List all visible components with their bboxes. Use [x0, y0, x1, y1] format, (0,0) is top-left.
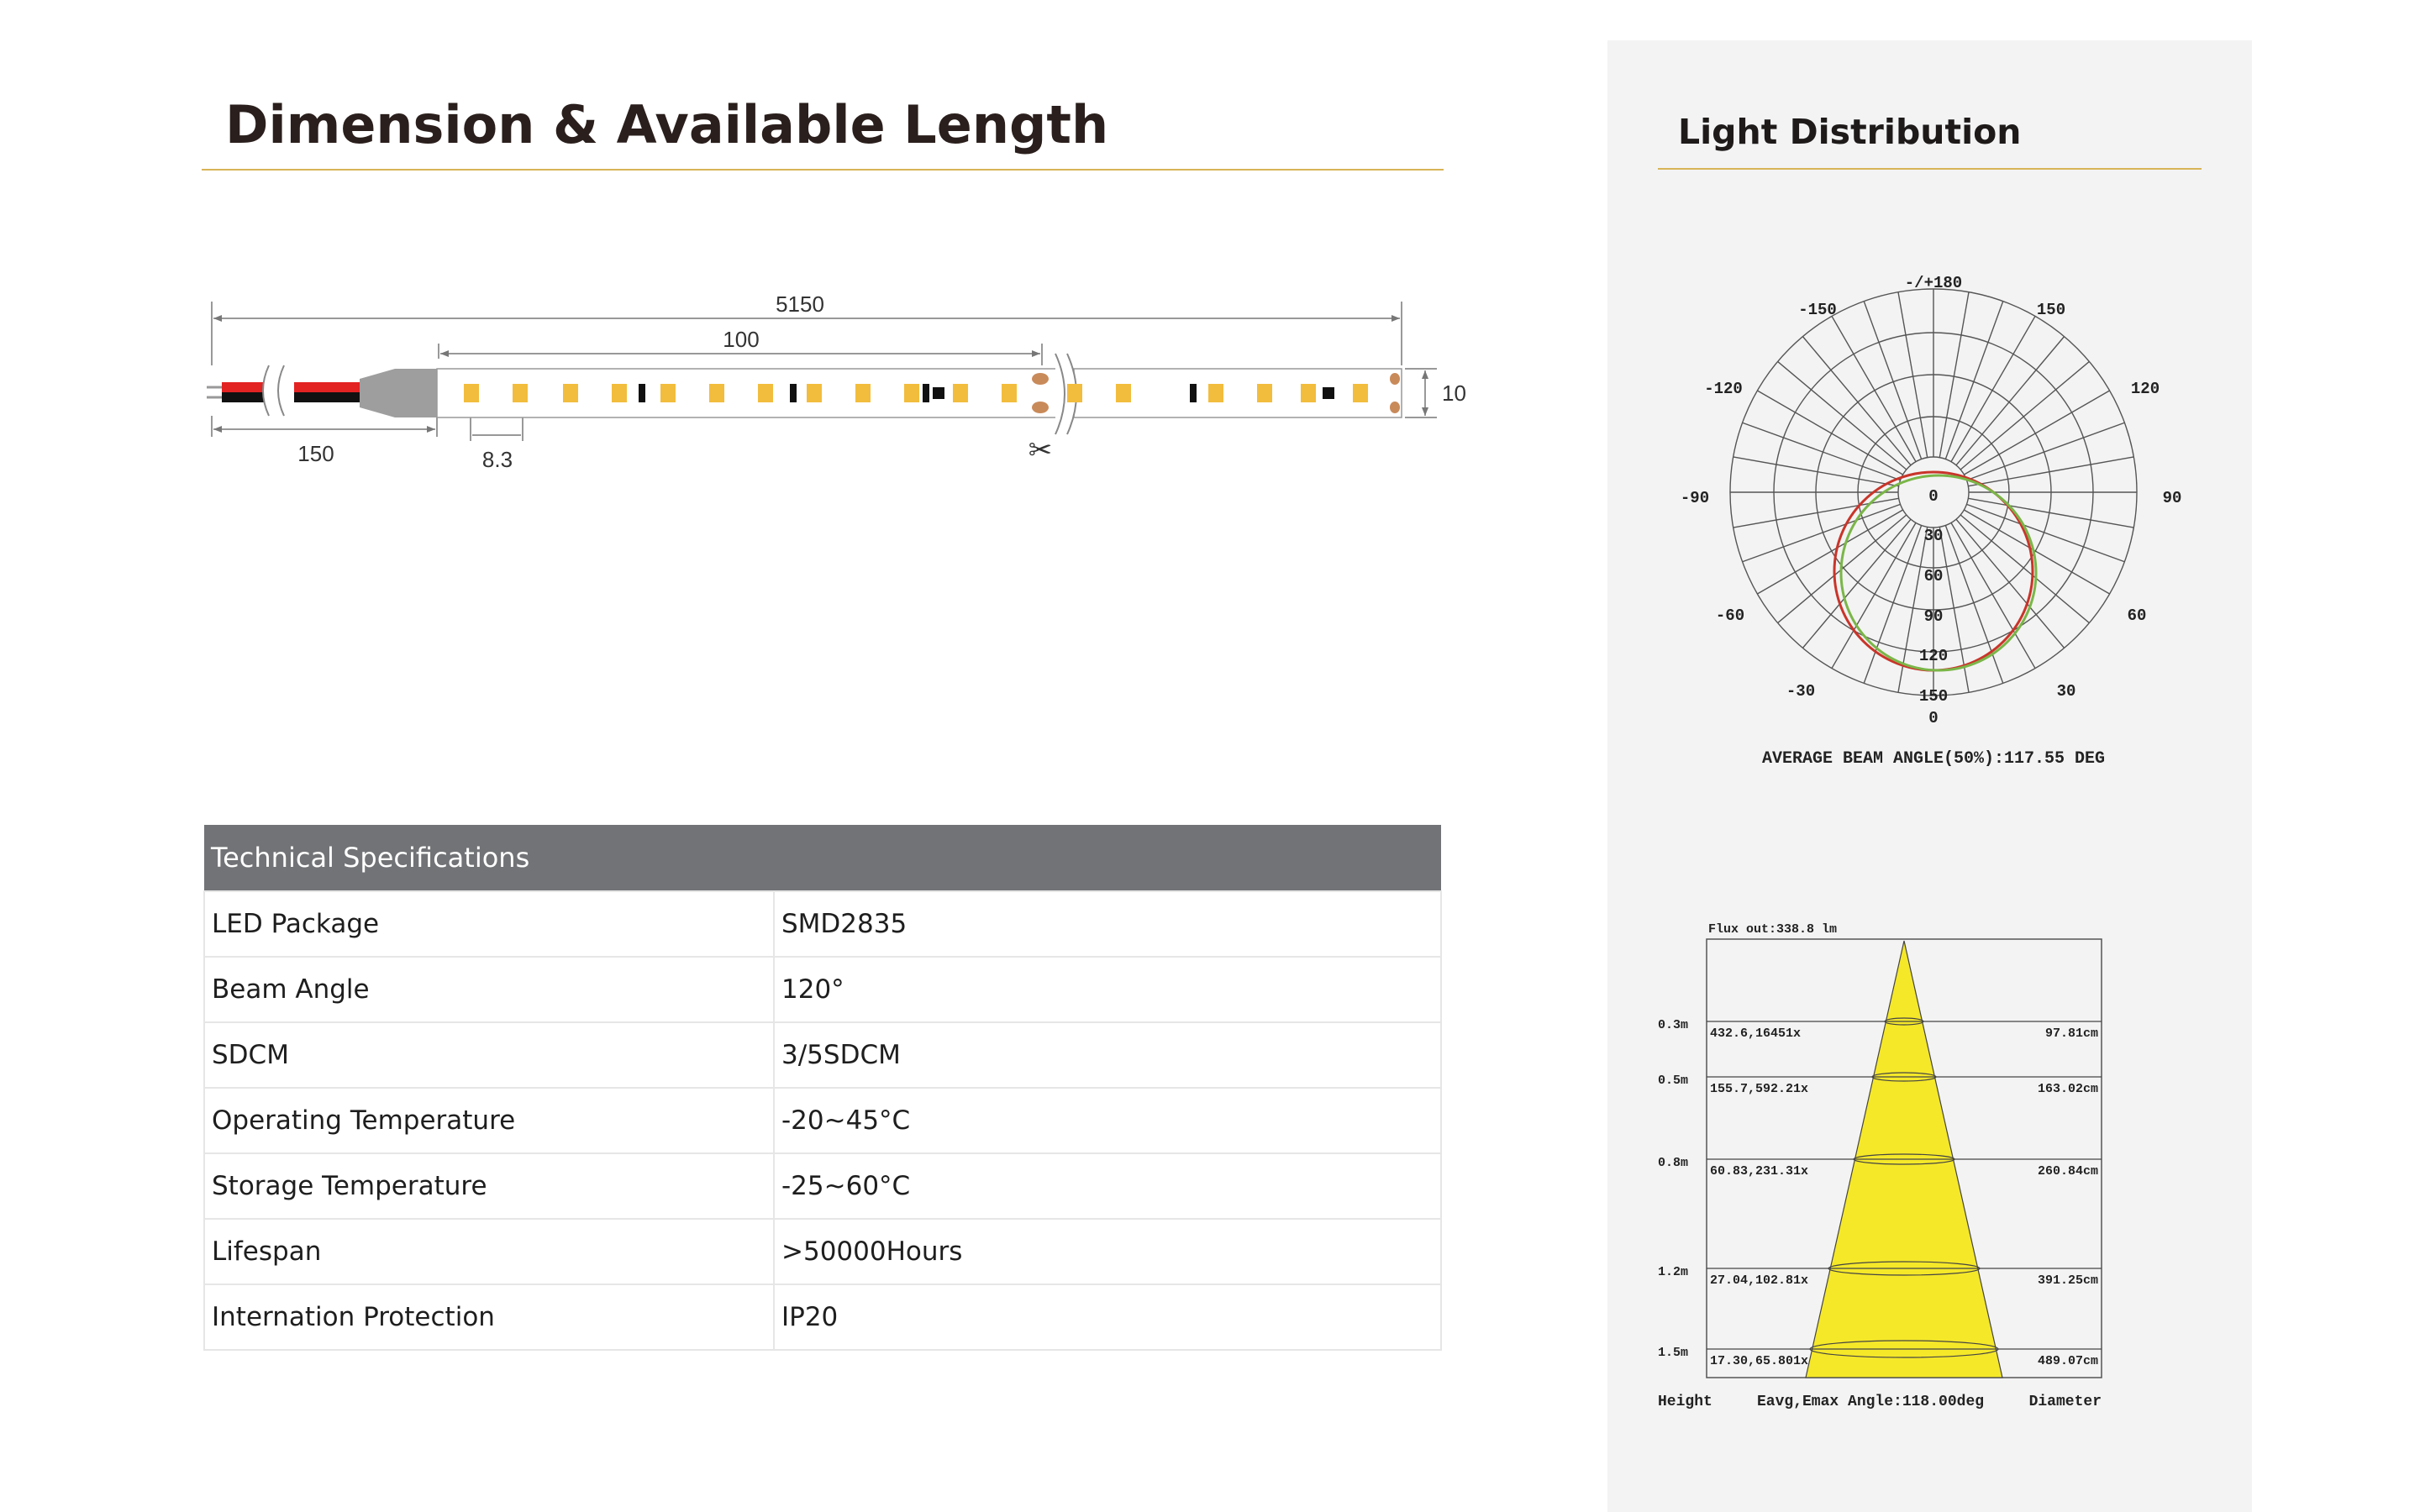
height-label: 0.8m: [1658, 1156, 1688, 1170]
angle-label-top: -/+180: [1905, 274, 1962, 292]
radial-label: 90: [1924, 607, 1944, 626]
table-row: Internation Protection IP20: [203, 1284, 1442, 1351]
beam-cone-chart: Flux out:338.8 lm 0.3m 432.6,16451x 97.8…: [1658, 922, 2102, 1410]
polar-spoke: [1863, 301, 1923, 459]
light-distribution-panel: Light Distribution -/+180 -150 150 -120 …: [1607, 40, 2252, 1512]
spec-name: Internation Protection: [203, 1284, 775, 1351]
polar-spoke: [1966, 422, 2125, 481]
table-row: Storage Temperature -25~60°C: [203, 1152, 1442, 1220]
radial-label: 30: [1924, 527, 1944, 545]
diameter-label: 391.25cm: [2038, 1273, 2098, 1288]
polar-spoke: [1742, 422, 1901, 481]
lux-label: 155.7,592.21x: [1710, 1082, 1808, 1096]
polar-spoke: [1944, 301, 2004, 459]
flux-label: Flux out:338.8 lm: [1708, 922, 1837, 937]
angle-label-p90: 90: [2163, 489, 2182, 507]
height-label: 1.5m: [1658, 1346, 1688, 1360]
polar-spoke: [1955, 336, 2065, 466]
diameter-label: 260.84cm: [2038, 1164, 2098, 1179]
spec-value: 120°: [773, 956, 1442, 1023]
polar-spoke: [1944, 525, 2004, 684]
spec-value: IP20: [773, 1284, 1442, 1351]
polar-spoke: [1831, 316, 1917, 462]
spec-name: Lifespan: [203, 1218, 775, 1285]
angle-label-p60: 60: [2128, 606, 2147, 625]
scissors-icon: ✂: [1028, 433, 1053, 467]
polar-spoke: [1757, 509, 1903, 595]
section-length-label: 100: [723, 327, 759, 352]
title-underline: [1658, 168, 2202, 170]
angle-label-m60: -60: [1716, 606, 1744, 625]
angle-label-m30: -30: [1786, 682, 1815, 701]
lead-length-label: 150: [297, 441, 334, 466]
table-row: Operating Temperature -20~45°C: [203, 1087, 1442, 1154]
footer-height: Height: [1658, 1394, 1712, 1410]
radial-label: 60: [1924, 567, 1944, 585]
spec-value: 3/5SDCM: [773, 1021, 1442, 1089]
spec-value: >50000Hours: [773, 1218, 1442, 1285]
lux-label: 60.83,231.31x: [1710, 1164, 1808, 1179]
angle-label-m150: -150: [1798, 301, 1837, 319]
polar-spoke: [1950, 316, 2036, 462]
strip-dimension-drawing: 5150 100 150 8.3 10 ✂: [207, 291, 1466, 472]
spec-name: Storage Temperature: [203, 1152, 775, 1220]
polar-spoke: [1802, 518, 1912, 648]
led-pitch-label: 8.3: [482, 447, 513, 472]
spec-value: -20~45°C: [773, 1087, 1442, 1154]
table-row: Beam Angle 120°: [203, 956, 1442, 1023]
spec-name: Beam Angle: [203, 956, 775, 1023]
polar-spoke: [1742, 503, 1901, 563]
strip-width-label: 10: [1442, 381, 1466, 406]
radial-label: 120: [1919, 647, 1948, 665]
polar-spoke: [1960, 360, 2090, 470]
diameter-label: 163.02cm: [2038, 1082, 2098, 1096]
diameter-label: 489.07cm: [2038, 1354, 2098, 1368]
polar-spoke: [1777, 360, 1907, 470]
height-label: 1.2m: [1658, 1265, 1688, 1279]
angle-label-bottom: 0: [1928, 709, 1938, 727]
radial-label: 150: [1919, 687, 1948, 706]
polar-spoke: [1757, 390, 1903, 475]
lux-label: 17.30,65.801x: [1710, 1354, 1808, 1368]
spec-name: LED Package: [203, 890, 775, 958]
angle-label-m120: -120: [1704, 380, 1743, 398]
spec-table: Technical Specifications LED Package SMD2…: [203, 825, 1442, 1351]
light-distribution-title: Light Distribution: [1678, 112, 2022, 152]
angle-label-p30: 30: [2057, 682, 2076, 701]
spec-value: SMD2835: [773, 890, 1442, 958]
spec-name: SDCM: [203, 1021, 775, 1089]
polar-spoke: [1950, 522, 2036, 669]
spec-name: Operating Temperature: [203, 1087, 775, 1154]
dimension-title: Dimension & Available Length: [225, 94, 1109, 155]
footer-diameter: Diameter: [2029, 1394, 2102, 1410]
height-label: 0.3m: [1658, 1018, 1688, 1032]
polar-spoke: [1966, 503, 2125, 563]
polar-spoke: [1802, 336, 1912, 466]
table-row: Lifespan >50000Hours: [203, 1218, 1442, 1285]
polar-spoke: [1955, 518, 2065, 648]
polar-distribution-chart: -/+180 -150 150 -120 120 -90 90 -60 60 -…: [1681, 274, 2182, 769]
beam-angle-caption: AVERAGE BEAM ANGLE(50%):117.55 DEG: [1762, 749, 2105, 769]
angle-label-p120: 120: [2131, 380, 2160, 398]
table-row: LED Package SMD2835: [203, 890, 1442, 958]
diameter-label: 97.81cm: [2045, 1026, 2098, 1041]
lux-label: 432.6,16451x: [1710, 1026, 1801, 1041]
height-label: 0.5m: [1658, 1074, 1688, 1088]
spec-table-header: Technical Specifications: [204, 825, 1441, 891]
angle-label-p150: 150: [2037, 301, 2065, 319]
polar-spoke: [1964, 390, 2110, 475]
title-underline: [202, 169, 1444, 171]
spec-value: -25~60°C: [773, 1152, 1442, 1220]
footer-angle: Eavg,Emax Angle:118.00deg: [1757, 1394, 1984, 1410]
table-row: SDCM 3/5SDCM: [203, 1021, 1442, 1089]
radial-label: 0: [1928, 487, 1938, 506]
total-length-label: 5150: [776, 291, 824, 317]
angle-label-m90: -90: [1681, 489, 1709, 507]
lux-label: 27.04,102.81x: [1710, 1273, 1808, 1288]
